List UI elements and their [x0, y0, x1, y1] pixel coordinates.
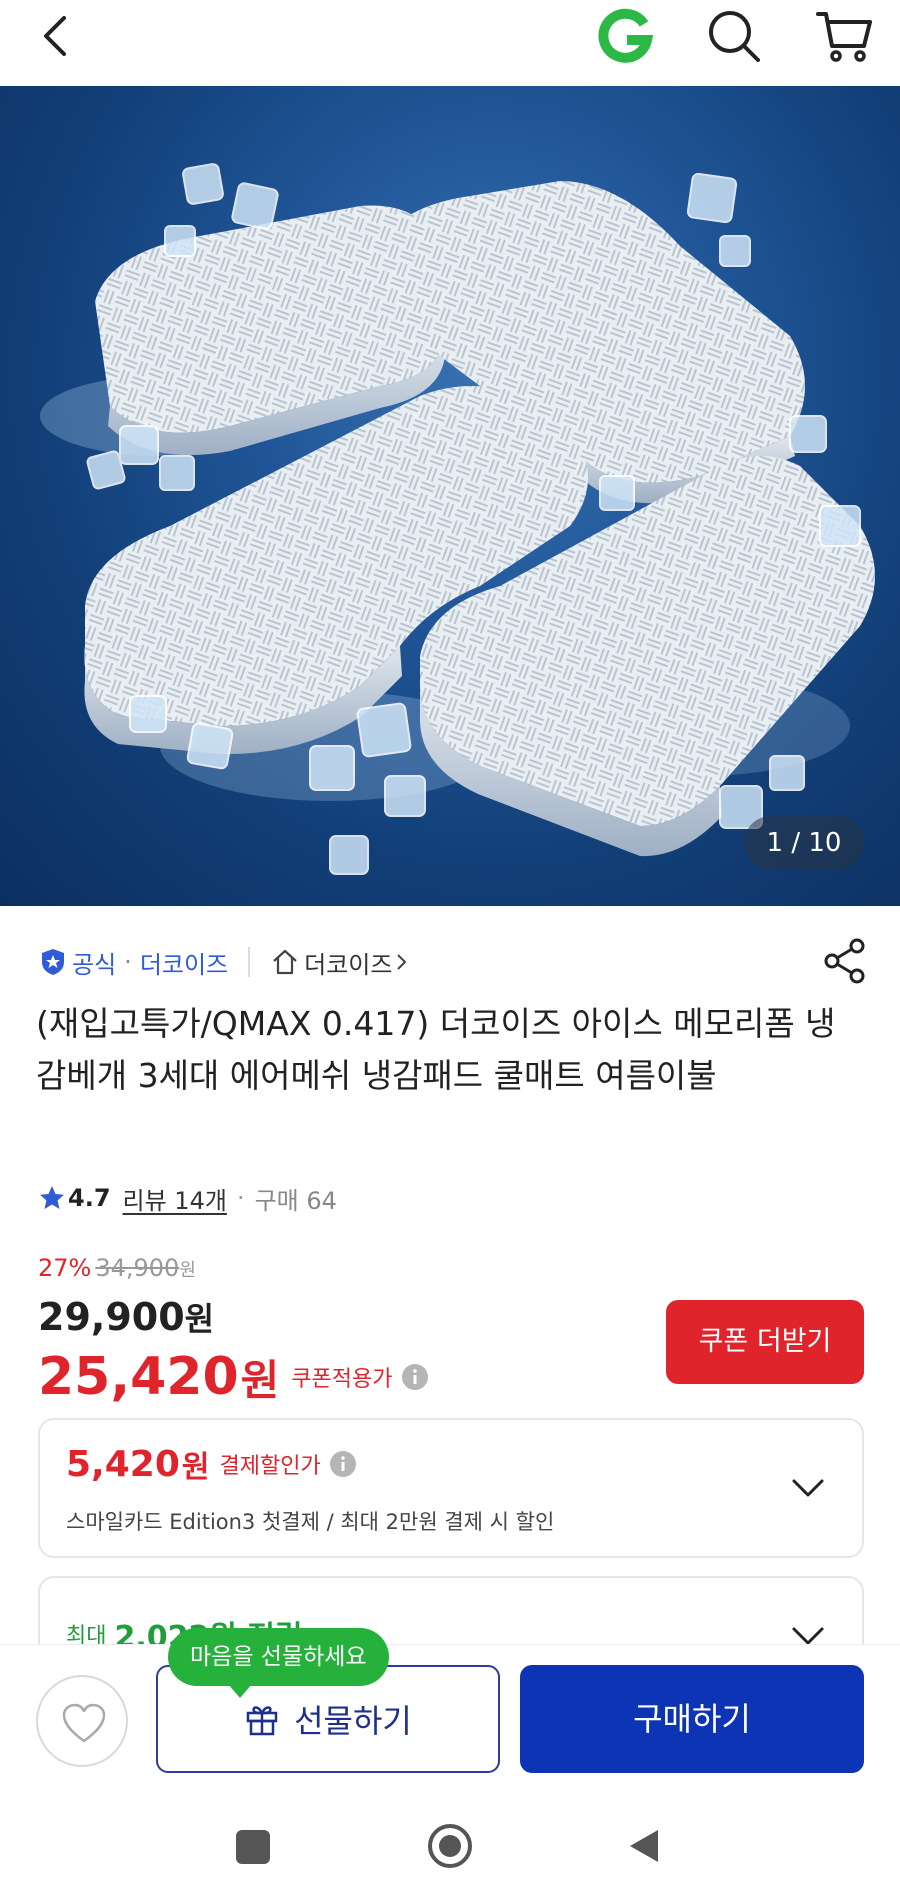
product-title: (재입고특가/QMAX 0.417) 더코이즈 아이스 메모리폼 냉감베개 3세… — [36, 1004, 836, 1095]
chevron-left-icon[interactable] — [30, 8, 86, 64]
recent-apps-icon[interactable] — [236, 1830, 270, 1864]
chevron-down-icon[interactable] — [790, 1476, 826, 1500]
official-label: 공식 — [72, 950, 117, 979]
seller-row: 공식 · 더코이즈 더코이즈 — [38, 940, 868, 984]
image-counter: 1 / 10 — [744, 816, 864, 870]
seller-name-link[interactable]: 더코이즈 — [140, 945, 228, 980]
cart-icon[interactable] — [812, 4, 876, 68]
home-button-icon[interactable] — [426, 1822, 474, 1870]
wishlist-button[interactable] — [36, 1675, 128, 1767]
separator-dot: · — [236, 1184, 245, 1212]
shop-home-link[interactable]: 더코이즈 — [304, 945, 392, 980]
gift-button-label: 선물하기 — [294, 1702, 412, 1740]
sale-price-unit: 원 — [184, 1300, 215, 1338]
rating-row: 4.7 리뷰 14개 · 구매 64 — [38, 1178, 337, 1218]
separator-dot: · — [124, 948, 132, 976]
payment-discount-amount: 5,420 — [66, 1443, 180, 1485]
divider — [248, 947, 251, 977]
coupon-price: 25,420 — [38, 1347, 239, 1407]
payment-discount-label: 결제할인가 — [219, 1454, 321, 1479]
gift-tooltip: 마음을 선물하세요 — [168, 1628, 389, 1698]
official-badge-icon — [42, 949, 64, 975]
star-icon — [40, 1186, 64, 1209]
search-icon[interactable] — [704, 6, 764, 66]
payment-discount-unit: 원 — [181, 1450, 210, 1485]
heart-icon — [62, 1703, 106, 1743]
gmarket-g-logo[interactable] — [594, 6, 656, 68]
sale-price: 29,900 — [38, 1295, 185, 1339]
product-photo — [40, 163, 875, 875]
rating-score: 4.7 — [68, 1184, 111, 1212]
chevron-right-icon — [397, 954, 407, 970]
back-triangle-icon[interactable] — [626, 1826, 662, 1866]
payment-discount-description: 스마일카드 Edition3 첫결제 / 최대 2만원 결제 시 할인 — [66, 1510, 555, 1534]
info-icon[interactable] — [329, 1450, 357, 1478]
coupon-price-label: 쿠폰적용가 — [291, 1367, 393, 1392]
discount-percent: 27% — [38, 1254, 92, 1282]
share-icon[interactable] — [820, 936, 870, 986]
product-image-gallery[interactable]: 1 / 10 — [0, 86, 900, 906]
gift-icon — [246, 1706, 278, 1736]
system-nav-bar — [0, 1794, 900, 1900]
payment-discount-card[interactable]: 5,420 원 결제할인가 스마일카드 Edition3 첫결제 / 최대 2만… — [38, 1418, 864, 1558]
info-icon[interactable] — [401, 1363, 429, 1391]
purchase-count: 구매 64 — [254, 1186, 337, 1215]
payment-discount-line: 5,420 원 결제할인가 — [66, 1442, 357, 1486]
top-bar — [0, 0, 900, 86]
bottom-action-bar: 선물하기 구매하기 — [0, 1644, 900, 1794]
get-more-coupons-button[interactable]: 쿠폰 더받기 — [666, 1300, 864, 1384]
coupon-price-unit: 원 — [240, 1355, 280, 1405]
original-price-unit: 원 — [179, 1260, 196, 1281]
home-icon[interactable] — [270, 947, 300, 977]
discount-row: 27% 34,900 원 — [38, 1254, 858, 1288]
review-count-link[interactable]: 리뷰 14개 — [123, 1181, 227, 1216]
original-price: 34,900 — [95, 1254, 180, 1282]
buy-button[interactable]: 구매하기 — [520, 1665, 864, 1773]
